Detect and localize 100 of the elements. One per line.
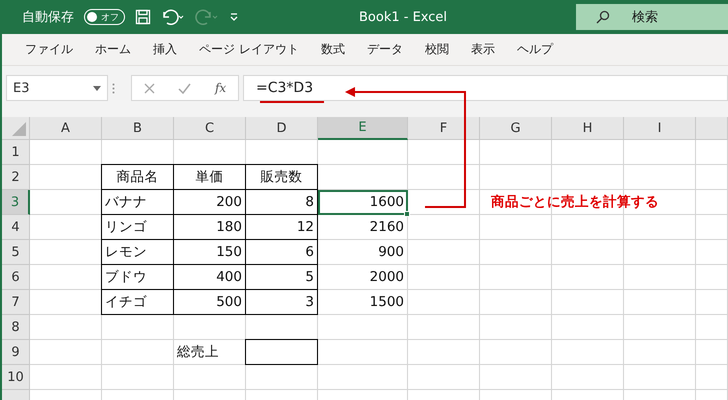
table-cell bbox=[552, 340, 624, 365]
column-header[interactable]: C bbox=[174, 117, 246, 140]
table-cell bbox=[552, 290, 624, 315]
row-header[interactable]: 8 bbox=[2, 315, 30, 340]
table-cell bbox=[552, 165, 624, 190]
table-cell bbox=[174, 315, 246, 340]
table-cell bbox=[624, 315, 696, 340]
menu-tab[interactable]: 表示 bbox=[460, 41, 506, 58]
table-cell bbox=[408, 365, 480, 390]
table-cell bbox=[408, 140, 480, 165]
search-icon bbox=[596, 10, 610, 24]
table-cell bbox=[552, 215, 624, 240]
row-header[interactable]: 10 bbox=[2, 365, 30, 390]
table-cell bbox=[480, 165, 552, 190]
table-cell bbox=[480, 240, 552, 265]
column-header[interactable]: E bbox=[318, 117, 408, 140]
table-cell bbox=[408, 165, 480, 190]
table-cell bbox=[552, 265, 624, 290]
table-cell bbox=[30, 140, 102, 165]
underline bbox=[260, 101, 324, 103]
drag-handle-icon[interactable] bbox=[112, 82, 115, 94]
row-header[interactable]: 9 bbox=[2, 340, 30, 365]
table-cell bbox=[480, 215, 552, 240]
table-cell: 1500 bbox=[318, 290, 408, 315]
table-cell bbox=[552, 140, 624, 165]
menu-tab[interactable]: ページ レイアウト bbox=[188, 41, 310, 58]
table-cell: イチゴ bbox=[101, 289, 174, 315]
table-cell bbox=[102, 365, 174, 390]
check-icon[interactable] bbox=[178, 82, 192, 94]
table-cell bbox=[408, 315, 480, 340]
table-cell bbox=[408, 240, 480, 265]
table-cell bbox=[552, 315, 624, 340]
window-title: Book1 - Excel bbox=[359, 10, 448, 24]
table-cell bbox=[174, 365, 246, 390]
cancel-icon[interactable] bbox=[144, 82, 155, 94]
table-cell bbox=[624, 340, 696, 365]
column-header[interactable]: F bbox=[408, 117, 480, 140]
table-cell bbox=[696, 290, 728, 315]
table-cell: 3 bbox=[245, 289, 318, 315]
table-cell: 総売上 bbox=[174, 340, 246, 365]
undo-icon[interactable] bbox=[161, 9, 185, 25]
menu-tab[interactable]: 校閲 bbox=[414, 41, 460, 58]
table-cell: 2000 bbox=[318, 265, 408, 290]
table-cell bbox=[480, 140, 552, 165]
table-cell bbox=[480, 340, 552, 365]
row-header[interactable]: 5 bbox=[2, 240, 30, 265]
customize-icon[interactable] bbox=[229, 12, 239, 22]
table-cell bbox=[552, 365, 624, 390]
row-header[interactable]: 1 bbox=[2, 140, 30, 165]
table-cell bbox=[480, 290, 552, 315]
column-header[interactable]: D bbox=[246, 117, 318, 140]
select-all-button[interactable] bbox=[2, 117, 30, 140]
menu-tab[interactable]: ホーム bbox=[84, 41, 142, 58]
table-cell bbox=[624, 265, 696, 290]
table-cell bbox=[102, 340, 174, 365]
table-cell bbox=[624, 365, 696, 390]
insert-function-button[interactable]: fx bbox=[214, 81, 226, 95]
table-cell: 1600 bbox=[318, 190, 408, 215]
row-header[interactable]: 4 bbox=[2, 215, 30, 240]
column-header[interactable]: B bbox=[102, 117, 174, 140]
column-header[interactable] bbox=[696, 117, 728, 140]
table-cell bbox=[102, 315, 174, 340]
row-header[interactable]: 3 bbox=[2, 190, 30, 215]
menu-tab[interactable]: ファイル bbox=[14, 41, 84, 58]
save-icon[interactable] bbox=[135, 9, 151, 25]
table-cell bbox=[480, 265, 552, 290]
table-cell bbox=[696, 215, 728, 240]
caret-icon bbox=[93, 86, 101, 90]
fill-handle[interactable] bbox=[404, 211, 410, 217]
autosave-toggle[interactable]: オフ bbox=[84, 9, 125, 25]
column-header[interactable]: G bbox=[480, 117, 552, 140]
table-cell bbox=[696, 340, 728, 365]
menu-tab[interactable]: データ bbox=[356, 41, 414, 58]
table-cell bbox=[696, 265, 728, 290]
row-header[interactable]: 2 bbox=[2, 165, 30, 190]
autosave-label: 自動保存 bbox=[22, 9, 74, 26]
table-cell bbox=[552, 240, 624, 265]
table-cell bbox=[696, 315, 728, 340]
table-cell bbox=[696, 190, 728, 215]
row-header[interactable]: 7 bbox=[2, 290, 30, 315]
table-cell: 2160 bbox=[318, 215, 408, 240]
menu-tab[interactable]: ヘルプ bbox=[506, 41, 564, 58]
table-cell bbox=[408, 290, 480, 315]
formula-field[interactable]: =C3*D3 bbox=[243, 75, 728, 101]
menu-tab[interactable]: 挿入 bbox=[142, 41, 188, 58]
table-cell bbox=[246, 365, 318, 390]
column-header[interactable]: H bbox=[552, 117, 624, 140]
name-box[interactable]: E3 bbox=[6, 75, 108, 101]
column-header[interactable]: A bbox=[30, 117, 102, 140]
table-cell bbox=[624, 240, 696, 265]
table-cell: 商品名 bbox=[101, 164, 174, 190]
table-cell bbox=[696, 165, 728, 190]
table-cell bbox=[30, 365, 102, 390]
row-header[interactable]: 6 bbox=[2, 265, 30, 290]
table-cell bbox=[624, 140, 696, 165]
search-field[interactable]: 検索 bbox=[576, 4, 728, 30]
menu-tab[interactable]: 数式 bbox=[310, 41, 356, 58]
table-cell bbox=[696, 240, 728, 265]
column-header[interactable]: I bbox=[624, 117, 696, 140]
table-cell bbox=[30, 315, 102, 340]
